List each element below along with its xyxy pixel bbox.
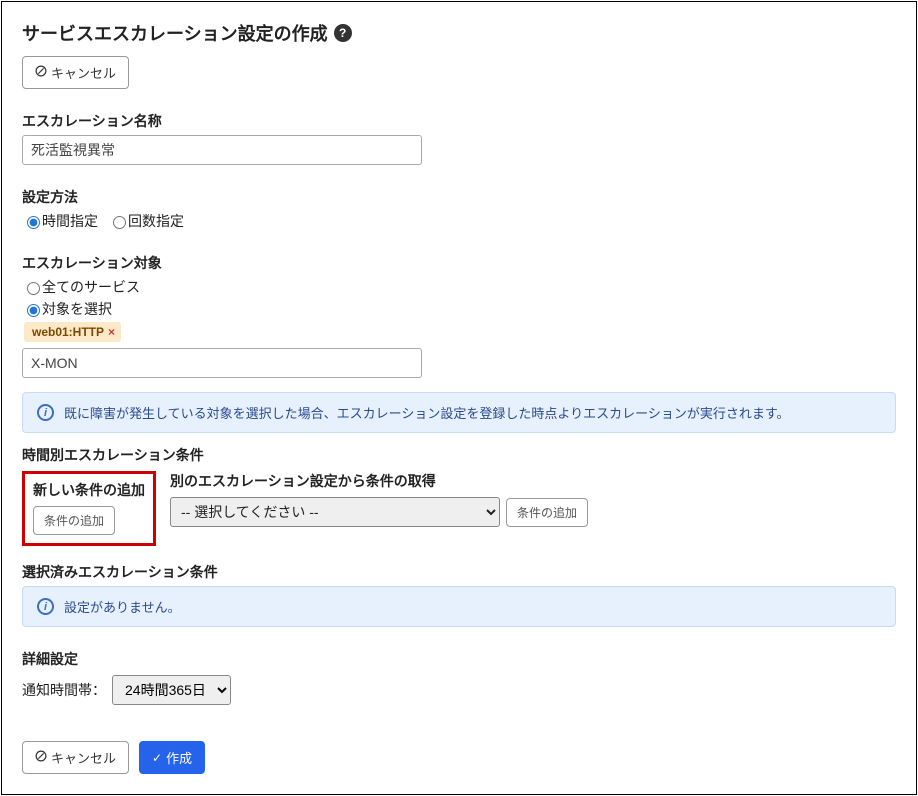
target-all[interactable]: 全てのサービス (22, 277, 140, 297)
escalation-name-input[interactable] (22, 135, 422, 165)
copy-condition-label: 別のエスカレーション設定から条件の取得 (170, 471, 588, 491)
info-existing-fault: i 既に障害が発生している対象を選択した場合、エスカレーション設定を登録した時点… (22, 392, 896, 433)
info-existing-text: 既に障害が発生している対象を選択した場合、エスカレーション設定を登録した時点より… (64, 403, 790, 422)
cancel-label-bottom: キャンセル (51, 748, 116, 767)
add-condition-label: 条件の追加 (44, 512, 104, 529)
target-select[interactable]: 対象を選択 (22, 299, 112, 319)
target-select-radio[interactable] (27, 304, 40, 317)
target-all-label: 全てのサービス (42, 277, 140, 297)
add-condition-button[interactable]: 条件の追加 (33, 506, 115, 535)
selected-conditions-empty-text: 設定がありません。 (64, 597, 181, 616)
add-condition-button-2[interactable]: 条件の追加 (506, 498, 588, 527)
setting-method-count[interactable]: 回数指定 (108, 211, 184, 231)
setting-method-time[interactable]: 時間指定 (22, 211, 98, 231)
info-icon: i (37, 404, 54, 421)
target-all-radio[interactable] (27, 282, 40, 295)
setting-method-label: 設定方法 (22, 187, 896, 207)
cancel-button-bottom[interactable]: キャンセル (22, 741, 129, 774)
help-icon[interactable]: ? (334, 24, 352, 42)
add-condition-label-2: 条件の追加 (517, 504, 577, 521)
notify-time-label: 通知時間帯： (22, 680, 106, 700)
target-tag: web01:HTTP × (24, 322, 121, 342)
target-search-input[interactable] (22, 348, 422, 378)
cancel-label: キャンセル (51, 63, 116, 82)
setting-method-count-radio[interactable] (113, 216, 126, 229)
info-icon-2: i (37, 598, 54, 615)
create-button[interactable]: ✓ 作成 (139, 741, 205, 774)
advanced-label: 詳細設定 (22, 649, 896, 669)
target-tag-label: web01:HTTP (32, 325, 104, 339)
notify-time-select[interactable]: 24時間365日 (112, 675, 231, 705)
setting-method-count-label: 回数指定 (128, 211, 184, 231)
new-condition-highlight: 新しい条件の追加 条件の追加 (22, 471, 156, 546)
cancel-button-top[interactable]: キャンセル (22, 56, 129, 89)
cancel-icon-2 (35, 750, 47, 765)
escalation-target-label: エスカレーション対象 (22, 253, 896, 273)
setting-method-time-label: 時間指定 (42, 211, 98, 231)
target-select-label: 対象を選択 (42, 299, 112, 319)
tag-remove-icon[interactable]: × (108, 325, 115, 339)
escalation-name-label: エスカレーション名称 (22, 111, 896, 131)
copy-condition-select[interactable]: -- 選択してください -- (170, 497, 500, 527)
new-condition-label: 新しい条件の追加 (33, 480, 145, 500)
setting-method-time-radio[interactable] (27, 216, 40, 229)
check-icon: ✓ (152, 751, 162, 765)
page-title: サービスエスカレーション設定の作成 ? (22, 20, 896, 46)
create-label: 作成 (166, 748, 192, 767)
selected-conditions-label: 選択済みエスカレーション条件 (22, 562, 896, 582)
page-title-text: サービスエスカレーション設定の作成 (22, 20, 328, 46)
cancel-icon (35, 65, 47, 80)
conditions-section-label: 時間別エスカレーション条件 (22, 445, 896, 465)
selected-conditions-empty: i 設定がありません。 (22, 586, 896, 627)
